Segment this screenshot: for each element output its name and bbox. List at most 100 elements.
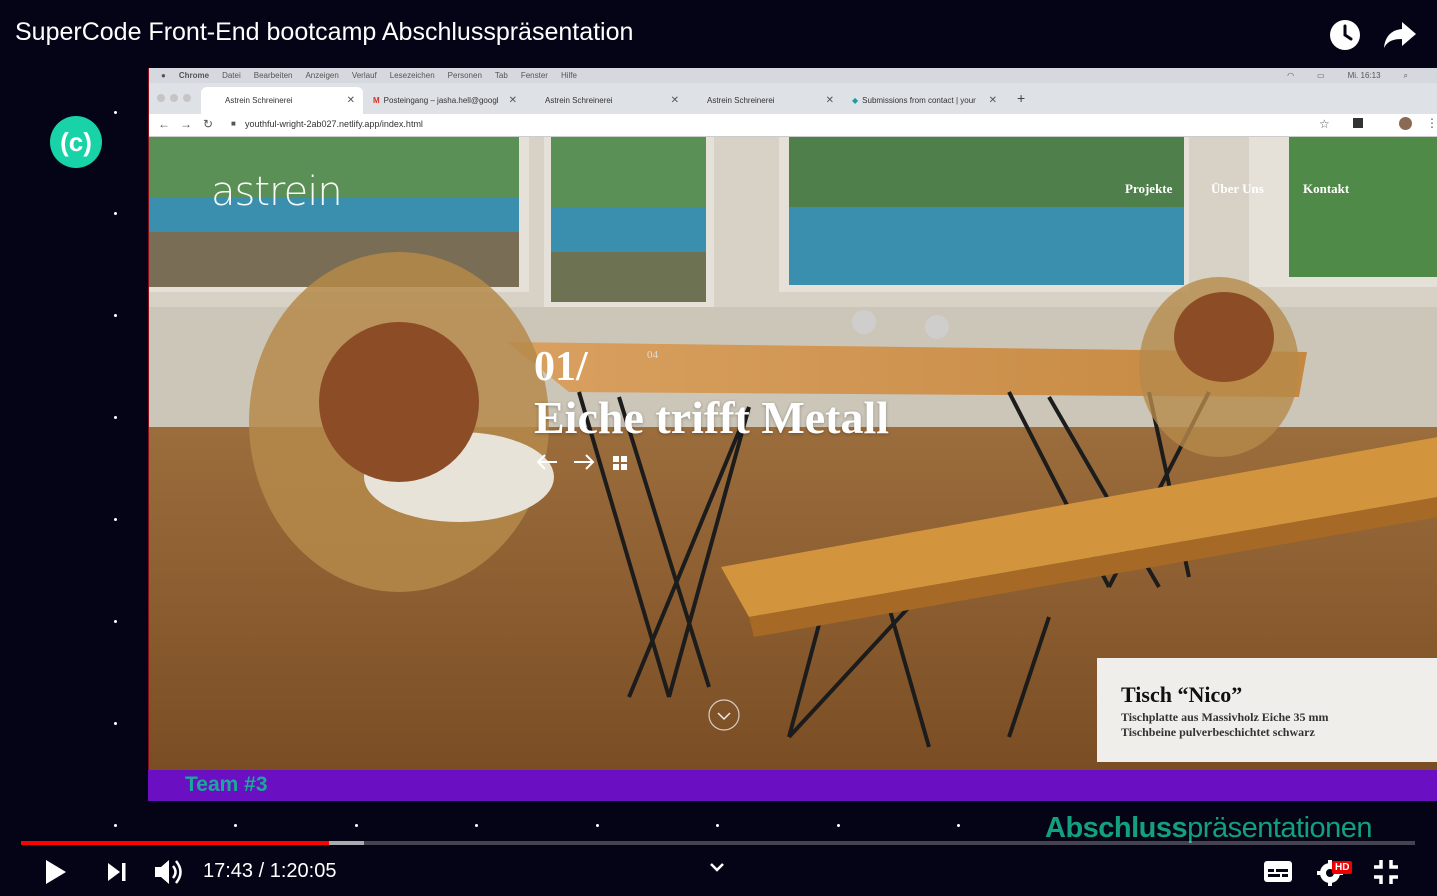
- close-window-button[interactable]: [157, 94, 165, 102]
- dot: [114, 722, 117, 725]
- tab-label: Astrein Schreinerei: [545, 96, 613, 105]
- browser-tab[interactable]: ◆ Submissions from contact | your ✕: [842, 87, 1005, 114]
- chevron-down-icon[interactable]: [707, 860, 727, 879]
- share-icon[interactable]: [1382, 20, 1418, 50]
- menu-item[interactable]: Verlauf: [352, 71, 377, 80]
- time-display: 17:43 / 1:20:05: [203, 860, 337, 882]
- menu-item[interactable]: Chrome: [179, 71, 209, 80]
- browser-tab[interactable]: Astrein Schreinerei ✕: [201, 87, 363, 114]
- hd-badge: HD: [1332, 861, 1353, 874]
- chevron-down-icon: [708, 699, 740, 731]
- team-label: Team #3: [185, 773, 268, 796]
- menu-item[interactable]: Tab: [495, 71, 508, 80]
- new-tab-button[interactable]: +: [1017, 90, 1025, 106]
- bookmark-star-icon[interactable]: ☆: [1319, 117, 1330, 131]
- progress-played: [21, 841, 329, 845]
- spotlight-icon: ⌕: [1403, 70, 1408, 80]
- dot: [475, 824, 478, 827]
- captions-icon[interactable]: [1263, 858, 1293, 889]
- reload-icon[interactable]: ↻: [203, 117, 213, 131]
- chrome-menu-icon[interactable]: ⋮: [1426, 116, 1437, 130]
- dot: [234, 824, 237, 827]
- browser-tab[interactable]: Astrein Schreinerei ✕: [525, 87, 687, 114]
- browser-tab[interactable]: M Posteingang – jasha.hell@googl ✕: [363, 87, 525, 114]
- screen-recording: ● Chrome Datei Bearbeiten Anzeigen Verla…: [148, 68, 1437, 770]
- dot: [114, 416, 117, 419]
- slider-prev-arrow-icon[interactable]: [535, 453, 559, 476]
- menu-item[interactable]: Personen: [448, 71, 482, 80]
- dot: [716, 824, 719, 827]
- tab-label: Astrein Schreinerei: [225, 96, 293, 105]
- window-controls: [157, 94, 191, 102]
- product-title: Tisch “Nico”: [1121, 682, 1243, 707]
- grid-view-icon[interactable]: [613, 456, 627, 475]
- dot: [114, 620, 117, 623]
- team-bar: [148, 770, 1437, 801]
- product-detail-1: Tischplatte aus Massivholz Eiche 35 mm: [1121, 710, 1329, 724]
- hero-image: astrein Projekte Über Uns Kontakt 01/ 04…: [149, 137, 1437, 770]
- back-icon[interactable]: ←: [158, 117, 170, 131]
- extension-icon[interactable]: [1353, 118, 1363, 128]
- slide-title: Eiche trifft Metall: [534, 392, 890, 443]
- banner-part1: Abschluss: [1045, 812, 1188, 844]
- tab-label: Astrein Schreinerei: [707, 96, 775, 105]
- wifi-icon: ◠: [1287, 71, 1295, 80]
- scroll-down-button[interactable]: [694, 685, 754, 745]
- channel-logo: (c): [50, 116, 102, 168]
- mac-clock: Mi. 16:13: [1347, 71, 1381, 80]
- forward-icon[interactable]: →: [180, 117, 192, 131]
- menu-item[interactable]: Datei: [222, 71, 241, 80]
- product-info-card: Tisch “Nico” Tischplatte aus Massivholz …: [1097, 658, 1437, 762]
- banner-part2: präsentationen: [1187, 812, 1373, 844]
- next-icon[interactable]: [105, 860, 129, 889]
- exit-fullscreen-icon[interactable]: [1372, 858, 1400, 891]
- dot: [114, 111, 117, 114]
- slide-total: 04: [647, 349, 658, 361]
- video-title[interactable]: SuperCode Front-End bootcamp Abschlusspr…: [15, 18, 633, 47]
- nav-link-projekte[interactable]: Projekte: [1125, 181, 1172, 197]
- dot: [957, 824, 960, 827]
- browser-tab[interactable]: Astrein Schreinerei ✕: [687, 87, 842, 114]
- play-icon[interactable]: [43, 858, 69, 891]
- volume-icon[interactable]: [153, 857, 185, 892]
- close-tab-icon[interactable]: ✕: [989, 95, 997, 106]
- address-bar: ← → ↻ ■ youthful-wright-2ab027.netlify.a…: [149, 114, 1437, 137]
- maximize-window-button[interactable]: [183, 94, 191, 102]
- menu-item[interactable]: Fenster: [521, 71, 548, 80]
- close-tab-icon[interactable]: ✕: [509, 95, 517, 106]
- dot: [114, 824, 117, 827]
- dot: [355, 824, 358, 827]
- apple-icon: ●: [161, 71, 166, 80]
- menu-item[interactable]: Lesezeichen: [390, 71, 435, 80]
- tab-label: Posteingang – jasha.hell@googl: [383, 96, 499, 105]
- site-logo[interactable]: astrein: [211, 169, 343, 215]
- url-field[interactable]: youthful-wright-2ab027.netlify.app/index…: [245, 119, 423, 129]
- dot: [114, 212, 117, 215]
- minimize-window-button[interactable]: [170, 94, 178, 102]
- nav-link-ueber-uns[interactable]: Über Uns: [1211, 181, 1264, 197]
- dot: [114, 518, 117, 521]
- close-tab-icon[interactable]: ✕: [826, 95, 834, 106]
- netlify-icon: ◆: [852, 96, 859, 105]
- dot: [596, 824, 599, 827]
- browser-tabbar: Astrein Schreinerei ✕ M Posteingang – jash…: [149, 83, 1437, 114]
- watch-later-icon[interactable]: [1328, 18, 1362, 52]
- mac-menubar: ● Chrome Datei Bearbeiten Anzeigen Verla…: [149, 68, 1437, 83]
- menu-item[interactable]: Bearbeiten: [254, 71, 293, 80]
- dot: [114, 314, 117, 317]
- profile-avatar[interactable]: [1399, 117, 1412, 130]
- gmail-icon: M: [373, 96, 380, 105]
- mac-status-area: ◠ ▭ Mi. 16:13 ⌕: [1274, 68, 1408, 83]
- menu-item[interactable]: Hilfe: [561, 71, 577, 80]
- menu-item[interactable]: Anzeigen: [305, 71, 338, 80]
- lock-icon: ■: [231, 119, 236, 128]
- dot: [837, 824, 840, 827]
- product-detail-2: Tischbeine pulverbeschichtet schwarz: [1121, 725, 1315, 739]
- close-tab-icon[interactable]: ✕: [347, 95, 355, 106]
- slide-number: 01/: [534, 344, 588, 390]
- tab-label: Submissions from contact | your: [862, 96, 976, 105]
- slider-next-arrow-icon[interactable]: [572, 453, 596, 476]
- battery-icon: ▭: [1317, 71, 1325, 80]
- close-tab-icon[interactable]: ✕: [671, 95, 679, 106]
- nav-link-kontakt[interactable]: Kontakt: [1303, 181, 1349, 197]
